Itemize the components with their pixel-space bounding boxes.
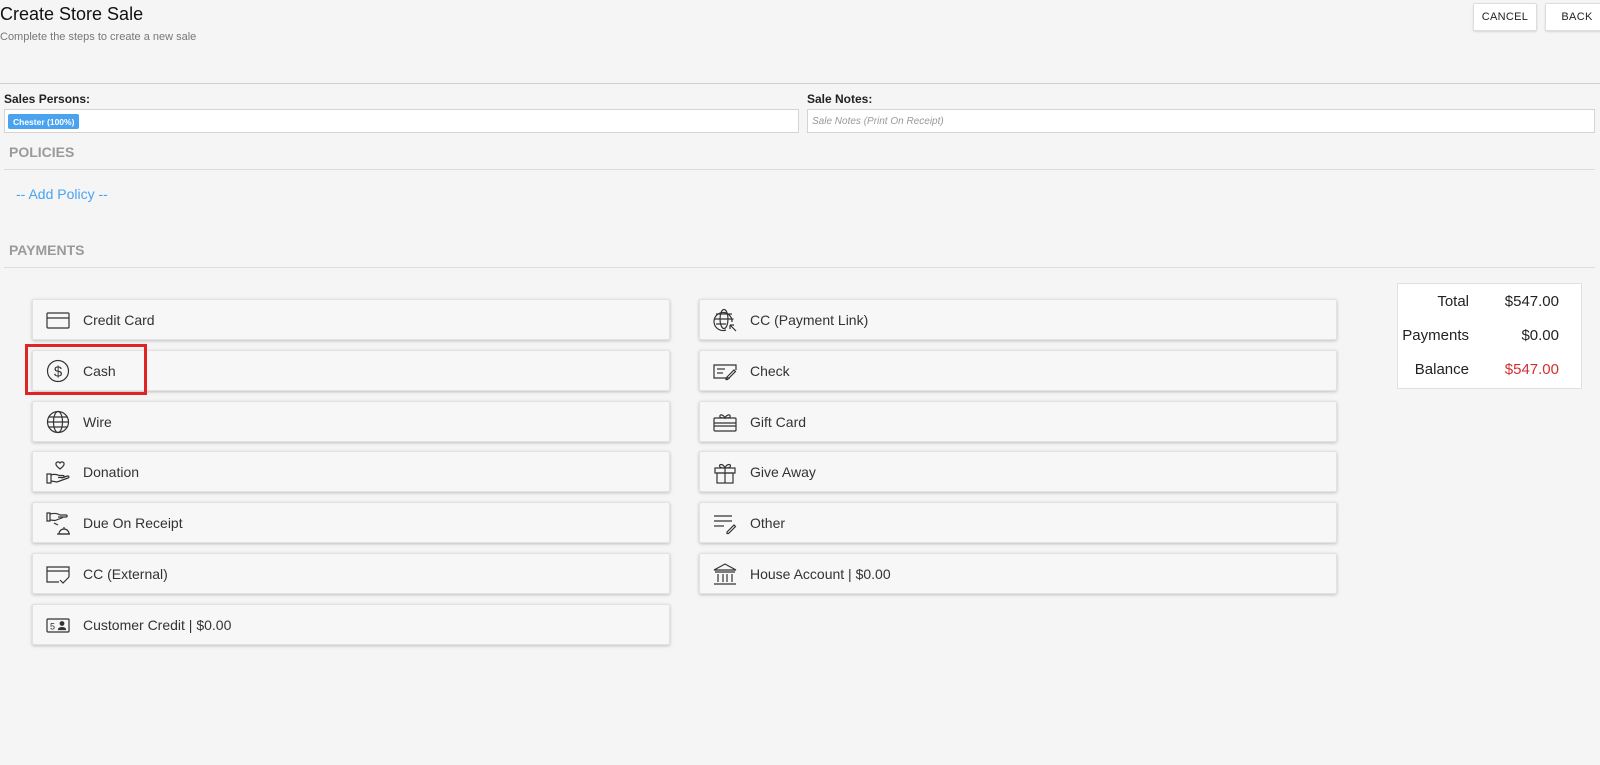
total-value: $547.00: [1504, 293, 1559, 310]
pay-method-label: Donation: [83, 463, 140, 480]
balance-row: Balance $547.00: [1398, 361, 1581, 381]
sales-persons-field[interactable]: Chester (100%): [4, 109, 799, 133]
pay-house-account-button[interactable]: House Account | $0.00: [699, 553, 1337, 594]
pay-credit-card-button[interactable]: Credit Card: [32, 299, 670, 340]
pay-cash-button[interactable]: $ Cash: [32, 350, 670, 391]
page-title: Create Store Sale: [0, 4, 144, 24]
pay-gift-card-button[interactable]: Gift Card: [699, 401, 1337, 442]
pay-method-label: Gift Card: [750, 413, 807, 430]
id-card-icon: 5: [45, 612, 71, 638]
pay-method-label: CC (Payment Link): [750, 311, 869, 328]
pay-method-label: Credit Card: [83, 311, 155, 328]
pay-cc-external-button[interactable]: CC (External): [32, 553, 670, 594]
bank-icon: [712, 561, 738, 587]
pay-other-button[interactable]: Other: [699, 502, 1337, 543]
sale-notes-field[interactable]: Sale Notes (Print On Receipt): [807, 109, 1595, 133]
pay-cc-payment-link-button[interactable]: CC (Payment Link): [699, 299, 1337, 340]
card-check-icon: [45, 561, 71, 587]
sale-notes-label: Sale Notes:: [807, 92, 873, 106]
header-divider: [0, 83, 1600, 84]
pay-check-button[interactable]: Check: [699, 350, 1337, 391]
add-policy-link[interactable]: -- Add Policy --: [16, 186, 108, 202]
pay-due-on-receipt-button[interactable]: Due On Receipt: [32, 502, 670, 543]
total-label: Total: [1437, 293, 1469, 310]
sales-persons-label: Sales Persons:: [4, 92, 91, 106]
balance-label: Balance: [1414, 361, 1469, 378]
pay-method-label: Due On Receipt: [83, 514, 183, 531]
policies-title: POLICIES: [9, 144, 75, 160]
credit-card-icon: [45, 307, 71, 333]
pay-method-label: Customer Credit | $0.00: [83, 616, 232, 633]
pay-customer-credit-button[interactable]: 5 Customer Credit | $0.00: [32, 604, 670, 645]
gift-card-icon: [712, 409, 738, 435]
pay-method-label: House Account | $0.00: [750, 565, 891, 582]
pay-method-label: Give Away: [750, 463, 816, 480]
cancel-button[interactable]: CANCEL: [1473, 3, 1537, 31]
pay-give-away-button[interactable]: Give Away: [699, 451, 1337, 492]
total-row: Total $547.00: [1398, 293, 1581, 313]
hand-heart-icon: [45, 459, 71, 485]
pay-donation-button[interactable]: Donation: [32, 451, 670, 492]
payments-value: $0.00: [1521, 327, 1559, 344]
balance-value: $547.00: [1504, 361, 1559, 378]
svg-text:$: $: [54, 363, 63, 380]
totals-panel: Total $547.00 Payments $0.00 Balance $54…: [1397, 283, 1582, 389]
list-edit-icon: [712, 510, 738, 536]
pay-wire-button[interactable]: Wire: [32, 401, 670, 442]
check-icon: [712, 358, 738, 384]
page-subtitle: Complete the steps to create a new sale: [0, 31, 197, 43]
pay-method-label: Wire: [83, 413, 112, 430]
payments-row: Payments $0.00: [1398, 327, 1581, 347]
sale-notes-placeholder: Sale Notes (Print On Receipt): [812, 116, 944, 127]
pay-method-label: Other: [750, 514, 786, 531]
sales-person-chip[interactable]: Chester (100%): [8, 114, 80, 129]
back-button[interactable]: BACK: [1545, 3, 1600, 31]
pay-method-label: CC (External): [83, 565, 168, 582]
pay-method-label: Cash: [83, 362, 116, 379]
svg-text:5: 5: [50, 621, 55, 631]
hand-receipt-icon: [45, 510, 71, 536]
policies-divider: [4, 169, 1595, 170]
payments-label: Payments: [1402, 327, 1469, 344]
pay-method-label: Check: [750, 362, 790, 379]
payments-title: PAYMENTS: [9, 242, 85, 258]
gift-icon: [712, 459, 738, 485]
payments-divider: [4, 267, 1595, 268]
globe-link-icon: [712, 307, 738, 333]
dollar-coin-icon: $: [45, 358, 71, 384]
globe-icon: [45, 409, 71, 435]
